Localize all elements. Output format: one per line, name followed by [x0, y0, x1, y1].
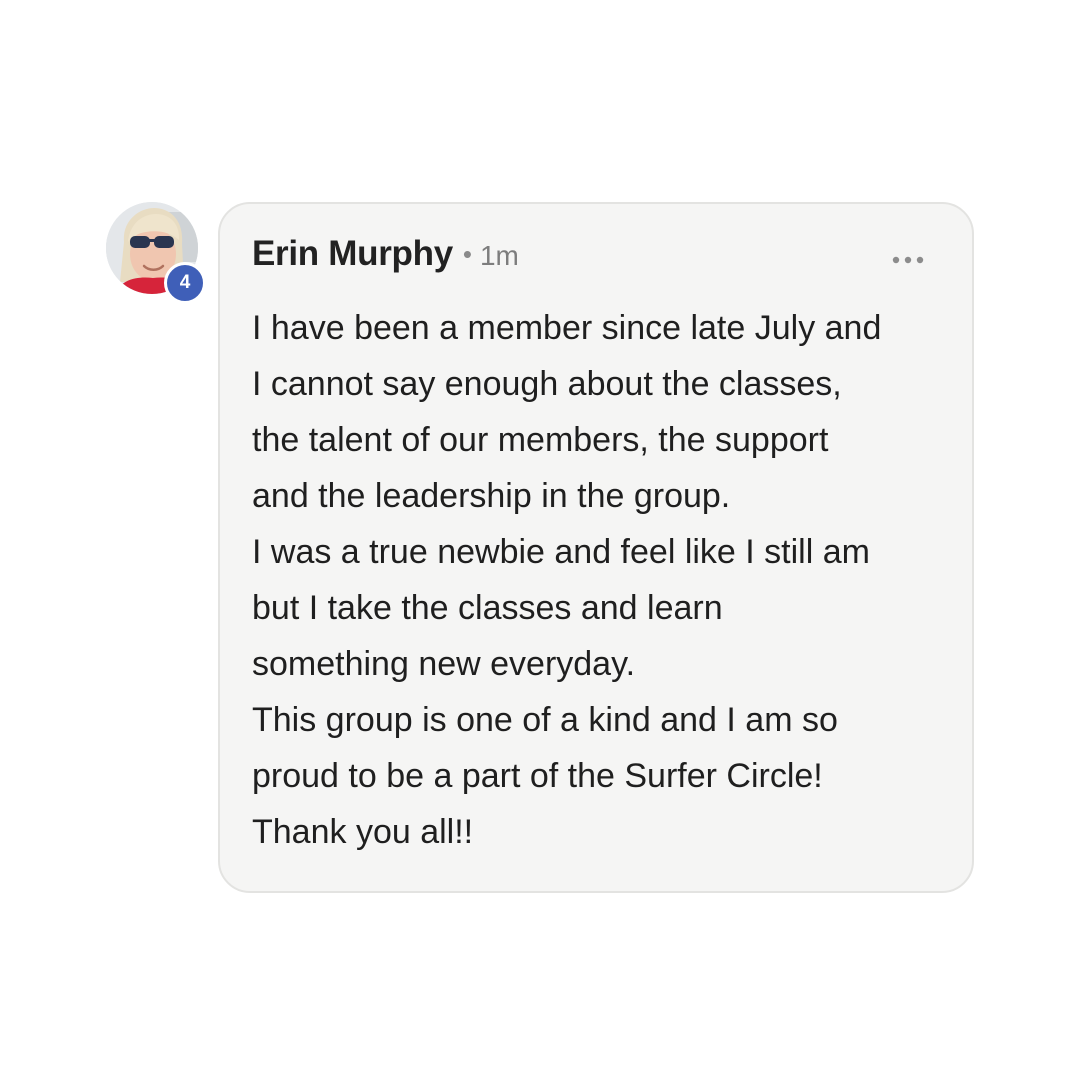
comment-card: Erin Murphy • 1m I have been a member si…	[218, 202, 974, 893]
comment-body: I have been a member since late July and…	[252, 300, 952, 860]
comment-line: and the leadership in the group.	[252, 477, 731, 515]
comment-line: something new everyday.	[252, 645, 636, 683]
more-options-button[interactable]	[888, 242, 928, 278]
comment-timestamp[interactable]: 1m	[480, 240, 519, 272]
author-name[interactable]: Erin Murphy	[252, 234, 453, 274]
comment-line: the talent of our members, the support	[252, 421, 829, 459]
comment-line: Thank you all!!	[252, 813, 474, 851]
meta-separator: •	[462, 239, 472, 269]
comment-line: but I take the classes and learn	[252, 589, 723, 627]
comment-line: I was a true newbie and feel like I stil…	[252, 533, 870, 571]
level-badge: 4	[164, 262, 206, 304]
author-avatar-container[interactable]: 4	[106, 202, 206, 304]
comment-line: This group is one of a kind and I am so	[252, 701, 838, 739]
more-horizontal-icon	[892, 256, 924, 264]
comment-line: I have been a member since late July and	[252, 309, 882, 347]
comment-header: Erin Murphy • 1m	[252, 234, 519, 274]
comment-line: proud to be a part of the Surfer Circle!	[252, 757, 823, 795]
comment-line: I cannot say enough about the classes,	[252, 365, 842, 403]
